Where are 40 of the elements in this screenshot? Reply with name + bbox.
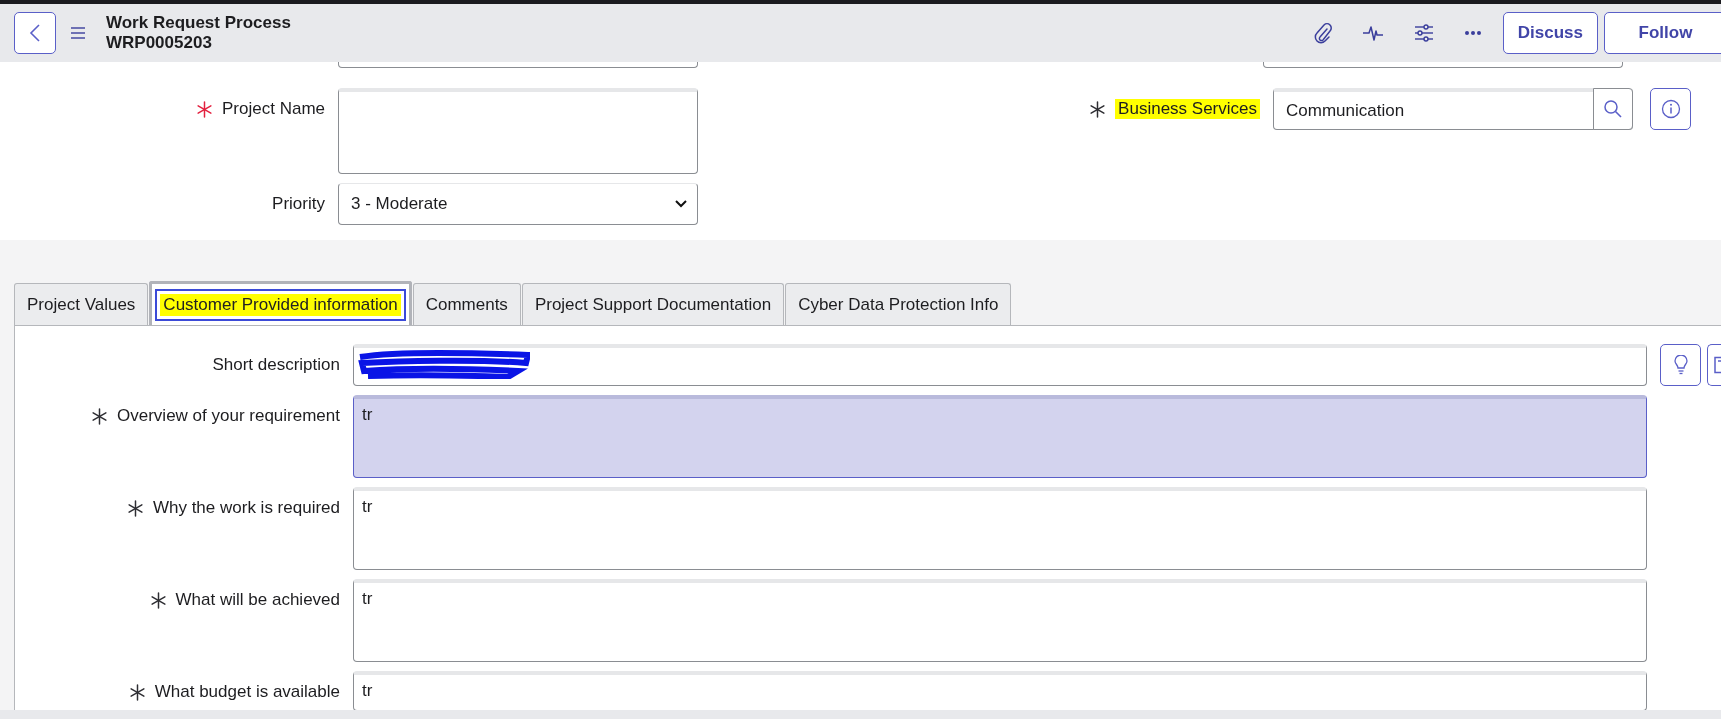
field-label: Priority <box>272 194 325 214</box>
discuss-button[interactable]: Discuss <box>1502 12 1598 54</box>
pulse-icon[interactable] <box>1361 24 1384 42</box>
input-field[interactable] <box>1263 62 1623 68</box>
back-button[interactable] <box>14 12 56 54</box>
record-title: Work Request Process <box>106 13 291 33</box>
sliders-icon[interactable] <box>1413 24 1434 42</box>
text-area[interactable]: tr <box>353 395 1647 478</box>
field-label: Business Services <box>1115 99 1260 119</box>
input-field[interactable] <box>338 62 698 68</box>
horizontal-scrollbar[interactable] <box>0 710 1721 719</box>
chevron-icon <box>675 200 687 208</box>
field-label: Short description <box>212 355 340 375</box>
priority-dropdown[interactable]: 3 - Moderate <box>338 183 698 225</box>
field-label: Project Name <box>222 99 325 119</box>
field-label: Overview of your requirement <box>117 406 340 426</box>
field-label: What will be achieved <box>175 590 340 610</box>
more-icon[interactable] <box>1463 30 1482 36</box>
tab[interactable]: Customer Provided information <box>149 281 412 325</box>
text-area[interactable]: tr <box>353 579 1647 662</box>
tab[interactable]: Project Values <box>14 283 149 325</box>
text-area[interactable]: tr <box>353 487 1647 570</box>
input-field[interactable]: Communication <box>1273 88 1633 130</box>
lightbulb-button[interactable] <box>1660 344 1701 386</box>
record-number: WRP0005203 <box>106 33 213 53</box>
text-area[interactable]: tr <box>353 671 1647 711</box>
search-button[interactable] <box>1593 88 1633 130</box>
search-icon <box>1603 99 1623 119</box>
paperclip-icon[interactable] <box>1313 22 1332 44</box>
menu-icon[interactable] <box>70 27 86 39</box>
info-button[interactable] <box>1650 88 1691 130</box>
tab[interactable]: Cyber Data Protection Info <box>785 283 1012 325</box>
field-label: Why the work is required <box>152 498 340 518</box>
tab[interactable]: Comments <box>412 283 521 325</box>
lightbulb-icon <box>1673 355 1688 375</box>
back-icon <box>29 23 41 43</box>
tab[interactable]: Project Support Documentation <box>521 283 785 325</box>
field-label: What budget is available <box>154 682 340 702</box>
info-icon <box>1660 99 1681 119</box>
follow-button[interactable]: Follow <box>1604 12 1721 54</box>
